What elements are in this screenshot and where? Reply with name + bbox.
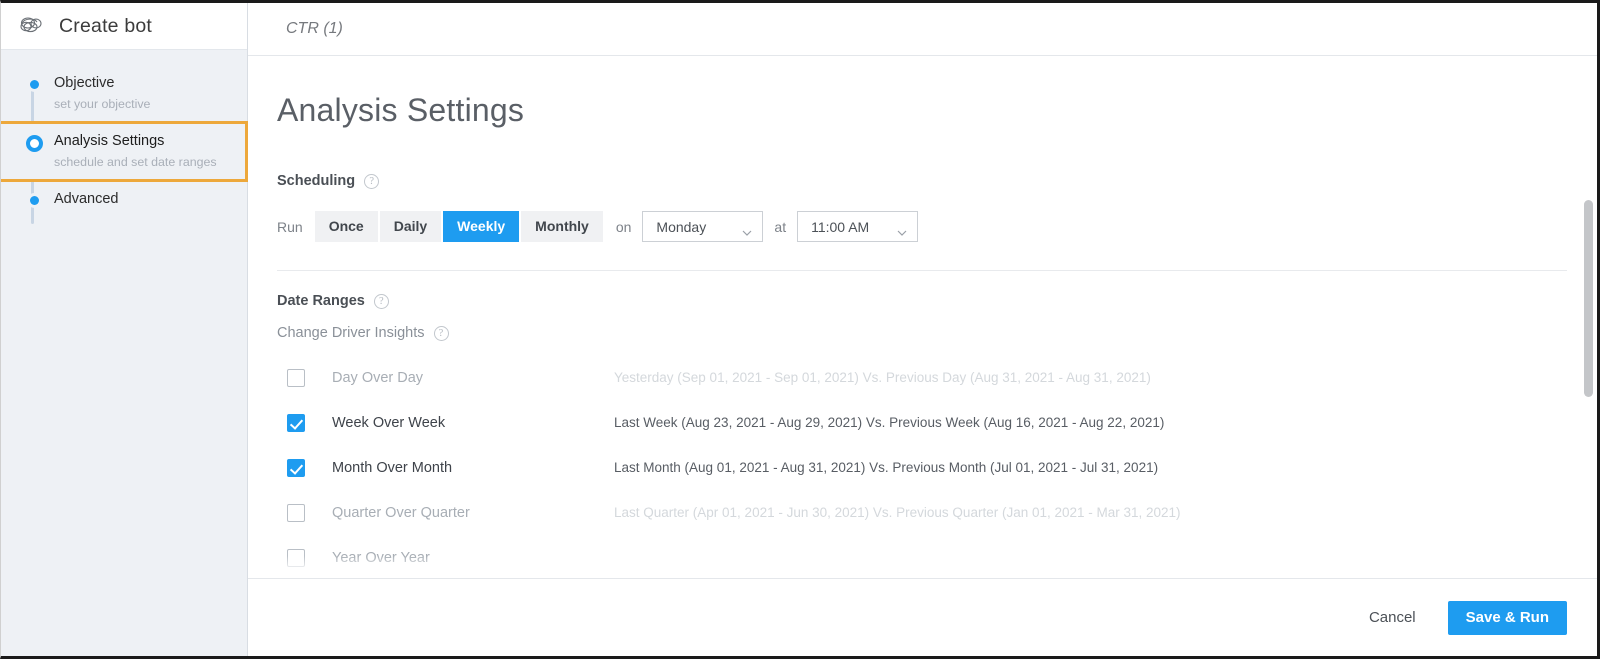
label-week-over-week: Week Over Week: [332, 414, 446, 431]
label-year-over-year: Year Over Year: [332, 549, 430, 566]
day-of-week-value: Monday: [656, 218, 707, 235]
tab-bar: CTR (1): [248, 3, 1597, 56]
checkbox-month-over-month[interactable]: [287, 458, 305, 477]
on-label: on: [615, 218, 632, 235]
date-ranges-title: Date Ranges: [277, 293, 365, 309]
at-label: at: [774, 218, 787, 235]
description-week-over-week: Last Week (Aug 23, 2021 - Aug 29, 2021) …: [614, 415, 1165, 430]
run-label: Run: [277, 218, 303, 235]
page-title: Analysis Settings: [277, 92, 525, 128]
frequency-button-daily[interactable]: Daily: [379, 211, 442, 242]
sidebar-step-objective[interactable]: Objective set your objective: [1, 66, 247, 121]
app-title: Create bot: [59, 14, 153, 37]
chevron-down-icon: [897, 223, 907, 236]
table-row[interactable]: Month Over Month Last Month (Aug 01, 202…: [277, 445, 1567, 490]
schedule-run-row: Run Once Daily Weekly Monthly on Monday …: [277, 211, 1567, 242]
label-month-over-month: Month Over Month: [332, 459, 453, 476]
change-driver-insights-title: Change Driver Insights: [277, 325, 425, 341]
step-title-analysis-settings: Analysis Settings: [54, 133, 165, 149]
create-bot-window: Create bot Objective set your objective …: [0, 0, 1600, 659]
checkbox-week-over-week[interactable]: [287, 413, 305, 432]
description-day-over-day: Yesterday (Sep 01, 2021 - Sep 01, 2021) …: [614, 370, 1151, 385]
step-dot-objective-icon: [23, 74, 45, 89]
question-mark-circle-icon[interactable]: ?: [364, 173, 380, 189]
chevron-down-icon: [742, 223, 752, 236]
settings-content: Analysis Settings Scheduling ? Run Once …: [248, 56, 1597, 578]
vertical-scrollbar-thumb[interactable]: [1584, 200, 1593, 397]
change-driver-insights-header: Change Driver Insights ?: [277, 325, 1567, 341]
sidebar-step-advanced[interactable]: Advanced: [1, 182, 247, 232]
checkbox-year-over-year[interactable]: [287, 548, 305, 567]
brain-knot-logo-icon: [17, 14, 47, 38]
sidebar-header: Create bot: [1, 3, 247, 50]
checkbox-quarter-over-quarter[interactable]: [287, 503, 305, 522]
time-of-day-select[interactable]: 11:00 AM: [797, 211, 919, 242]
label-day-over-day: Day Over Day: [332, 369, 424, 386]
table-row[interactable]: Quarter Over Quarter Last Quarter (Apr 0…: [277, 490, 1567, 535]
step-title-objective: Objective: [54, 75, 115, 91]
table-row[interactable]: Day Over Day Yesterday (Sep 01, 2021 - S…: [277, 355, 1567, 400]
section-divider: [277, 270, 1567, 271]
label-quarter-over-quarter: Quarter Over Quarter: [332, 504, 470, 521]
frequency-button-weekly[interactable]: Weekly: [443, 211, 520, 242]
sidebar: Create bot Objective set your objective …: [1, 3, 248, 656]
frequency-button-once[interactable]: Once: [314, 211, 378, 242]
step-subtitle-analysis-settings: schedule and set date ranges: [54, 155, 217, 169]
table-row[interactable]: Year Over Year: [277, 535, 1567, 578]
time-of-day-value: 11:00 AM: [811, 218, 870, 235]
tab-ctr[interactable]: CTR (1): [286, 20, 343, 38]
scheduling-section-header: Scheduling ?: [277, 173, 1567, 189]
footer-actions: Cancel Save & Run: [248, 578, 1597, 656]
description-month-over-month: Last Month (Aug 01, 2021 - Aug 31, 2021)…: [614, 460, 1159, 475]
vertical-scrollbar-track[interactable]: [1584, 57, 1595, 578]
sidebar-step-analysis-settings[interactable]: Analysis Settings schedule and set date …: [1, 121, 248, 182]
step-subtitle-objective: set your objective: [54, 97, 151, 111]
step-title-advanced: Advanced: [54, 191, 119, 207]
day-of-week-select[interactable]: Monday: [642, 211, 764, 242]
table-row[interactable]: Week Over Week Last Week (Aug 23, 2021 -…: [277, 400, 1567, 445]
question-mark-circle-icon[interactable]: ?: [373, 293, 389, 309]
step-dot-analysis-settings-icon: [23, 132, 45, 152]
frequency-button-monthly[interactable]: Monthly: [521, 211, 603, 242]
save-and-run-button[interactable]: Save & Run: [1447, 600, 1567, 635]
question-mark-circle-icon[interactable]: ?: [433, 325, 449, 341]
date-ranges-section-header: Date Ranges ?: [277, 293, 1567, 309]
cancel-button[interactable]: Cancel: [1363, 601, 1422, 634]
checkbox-day-over-day[interactable]: [287, 368, 305, 387]
step-list: Objective set your objective Analysis Se…: [1, 50, 248, 232]
frequency-segmented-control: Once Daily Weekly Monthly: [314, 211, 605, 242]
scheduling-title: Scheduling: [277, 173, 356, 189]
step-dot-advanced-icon: [23, 190, 45, 205]
description-quarter-over-quarter: Last Quarter (Apr 01, 2021 - Jun 30, 202…: [614, 505, 1181, 520]
date-range-option-list: Day Over Day Yesterday (Sep 01, 2021 - S…: [277, 355, 1567, 578]
main-panel: CTR (1) Analysis Settings Scheduling ? R…: [248, 3, 1597, 656]
